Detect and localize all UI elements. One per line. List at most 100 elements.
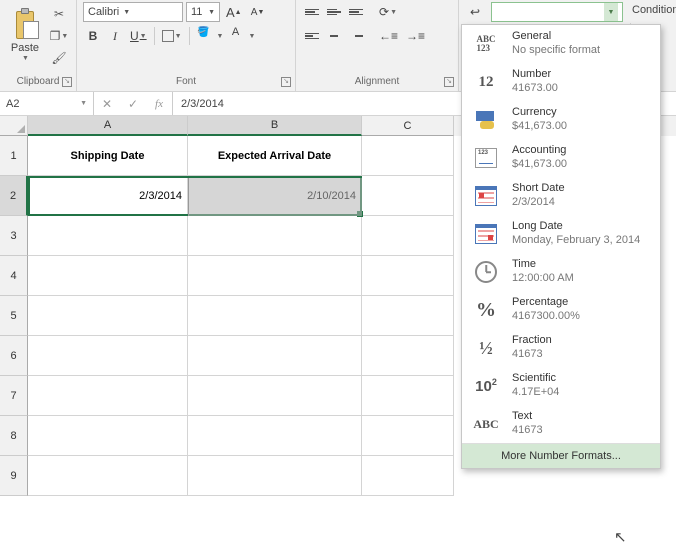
font-group: Calibri▼ 11▼ A▲ A▼ B I U▼ ▼ 🪣 ▼ A ▼ Font… (77, 0, 296, 91)
align-middle-button[interactable] (324, 2, 344, 22)
cell-a9[interactable] (28, 456, 188, 496)
align-right-button[interactable] (346, 26, 366, 46)
font-name-value: Calibri (88, 6, 119, 18)
select-all-corner[interactable] (0, 116, 28, 136)
cell-b1[interactable]: Expected Arrival Date (188, 136, 362, 176)
short-date-icon (470, 182, 502, 210)
cell-c7[interactable] (362, 376, 454, 416)
cell-a3[interactable] (28, 216, 188, 256)
cell-b5[interactable] (188, 296, 362, 336)
name-box[interactable]: A2 ▼ (0, 92, 94, 115)
font-name-combo[interactable]: Calibri▼ (83, 2, 183, 22)
align-left-button[interactable] (302, 26, 322, 46)
shrink-font-button[interactable]: A▼ (248, 2, 268, 22)
row-header-6[interactable]: 6 (0, 336, 28, 376)
cut-button[interactable]: ✂ (48, 4, 70, 24)
cell-c5[interactable] (362, 296, 454, 336)
long-date-icon (470, 220, 502, 248)
confirm-formula-button[interactable]: ✓ (120, 92, 146, 115)
wrap-text-button[interactable]: ↩ (465, 2, 485, 22)
alignment-dialog-launcher[interactable]: ↘ (444, 77, 454, 87)
indent-icon: →≡ (406, 29, 425, 43)
format-accounting[interactable]: Accounting$41,673.00 (462, 139, 660, 177)
cell-a8[interactable] (28, 416, 188, 456)
row-header-5[interactable]: 5 (0, 296, 28, 336)
orientation-icon: ⟳ (379, 5, 389, 19)
cell-a4[interactable] (28, 256, 188, 296)
row-header-7[interactable]: 7 (0, 376, 28, 416)
italic-button[interactable]: I (105, 26, 125, 46)
cell-c6[interactable] (362, 336, 454, 376)
row-header-1[interactable]: 1 (0, 136, 28, 176)
borders-button[interactable]: ▼ (159, 26, 185, 46)
col-header-b[interactable]: B (188, 116, 362, 136)
format-long-date[interactable]: Long DateMonday, February 3, 2014 (462, 215, 660, 253)
insert-function-button[interactable]: fx (146, 92, 172, 115)
font-dialog-launcher[interactable]: ↘ (281, 77, 291, 87)
copy-button[interactable]: ❐▼ (48, 26, 70, 46)
currency-icon (470, 106, 502, 134)
bold-button[interactable]: B (83, 26, 103, 46)
format-short-date[interactable]: Short Date2/3/2014 (462, 177, 660, 215)
clipboard-dialog-launcher[interactable]: ↘ (62, 77, 72, 87)
fraction-icon: ½ (470, 334, 502, 362)
format-text[interactable]: ABC Text41673 (462, 405, 660, 443)
row-header-8[interactable]: 8 (0, 416, 28, 456)
paste-button[interactable]: Paste ▼ (6, 2, 44, 70)
row-header-3[interactable]: 3 (0, 216, 28, 256)
cell-a7[interactable] (28, 376, 188, 416)
number-format-dropdown-arrow[interactable]: ▼ (604, 3, 618, 21)
font-size-combo[interactable]: 11▼ (186, 2, 220, 22)
cell-b3[interactable] (188, 216, 362, 256)
row-header-4[interactable]: 4 (0, 256, 28, 296)
border-icon (162, 30, 174, 42)
conditional-formatting-button[interactable]: Condition (629, 4, 676, 16)
format-fraction[interactable]: ½ Fraction41673 (462, 329, 660, 367)
format-time[interactable]: Time12:00:00 AM (462, 253, 660, 291)
scientific-icon: 102 (470, 372, 502, 400)
cell-a6[interactable] (28, 336, 188, 376)
format-percentage[interactable]: % Percentage4167300.00% (462, 291, 660, 329)
mouse-cursor: ↖ (614, 528, 627, 546)
fill-color-button[interactable]: 🪣 (194, 26, 214, 46)
cell-b9[interactable] (188, 456, 362, 496)
cell-a1[interactable]: Shipping Date (28, 136, 188, 176)
format-number[interactable]: 12 Number41673.00 (462, 63, 660, 101)
cancel-formula-button[interactable]: ✕ (94, 92, 120, 115)
cell-c2[interactable] (362, 176, 454, 216)
cell-a5[interactable] (28, 296, 188, 336)
formula-value: 2/3/2014 (181, 98, 224, 110)
format-scientific[interactable]: 102 Scientific4.17E+04 (462, 367, 660, 405)
cell-a2[interactable]: 2/3/2014 (28, 176, 188, 216)
check-icon: ✓ (128, 97, 138, 111)
font-color-button[interactable]: A (225, 26, 245, 46)
align-top-button[interactable] (302, 2, 322, 22)
name-box-value: A2 (6, 98, 19, 110)
align-center-button[interactable] (324, 26, 344, 46)
row-header-9[interactable]: 9 (0, 456, 28, 496)
cell-b6[interactable] (188, 336, 362, 376)
col-header-a[interactable]: A (28, 116, 188, 136)
more-number-formats[interactable]: More Number Formats... (462, 443, 660, 468)
col-header-c[interactable]: C (362, 116, 454, 136)
format-general-title: General (512, 30, 600, 44)
cell-b4[interactable] (188, 256, 362, 296)
grow-font-button[interactable]: A▲ (223, 2, 245, 22)
align-bottom-button[interactable] (346, 2, 366, 22)
format-general[interactable]: ABC123 GeneralNo specific format (462, 25, 660, 63)
format-painter-button[interactable]: 🖌 (48, 48, 70, 68)
cell-c4[interactable] (362, 256, 454, 296)
cell-c9[interactable] (362, 456, 454, 496)
cell-b7[interactable] (188, 376, 362, 416)
format-currency[interactable]: Currency$41,673.00 (462, 101, 660, 139)
cell-c8[interactable] (362, 416, 454, 456)
cell-c3[interactable] (362, 216, 454, 256)
row-header-2[interactable]: 2 (0, 176, 28, 216)
orientation-button[interactable]: ⟳▼ (376, 2, 400, 22)
number-format-combo[interactable]: ▼ (491, 2, 623, 22)
underline-button[interactable]: U▼ (127, 26, 150, 46)
cell-b8[interactable] (188, 416, 362, 456)
decrease-indent-button[interactable]: ←≡ (376, 26, 401, 46)
increase-indent-button[interactable]: →≡ (403, 26, 428, 46)
cell-c1[interactable] (362, 136, 454, 176)
